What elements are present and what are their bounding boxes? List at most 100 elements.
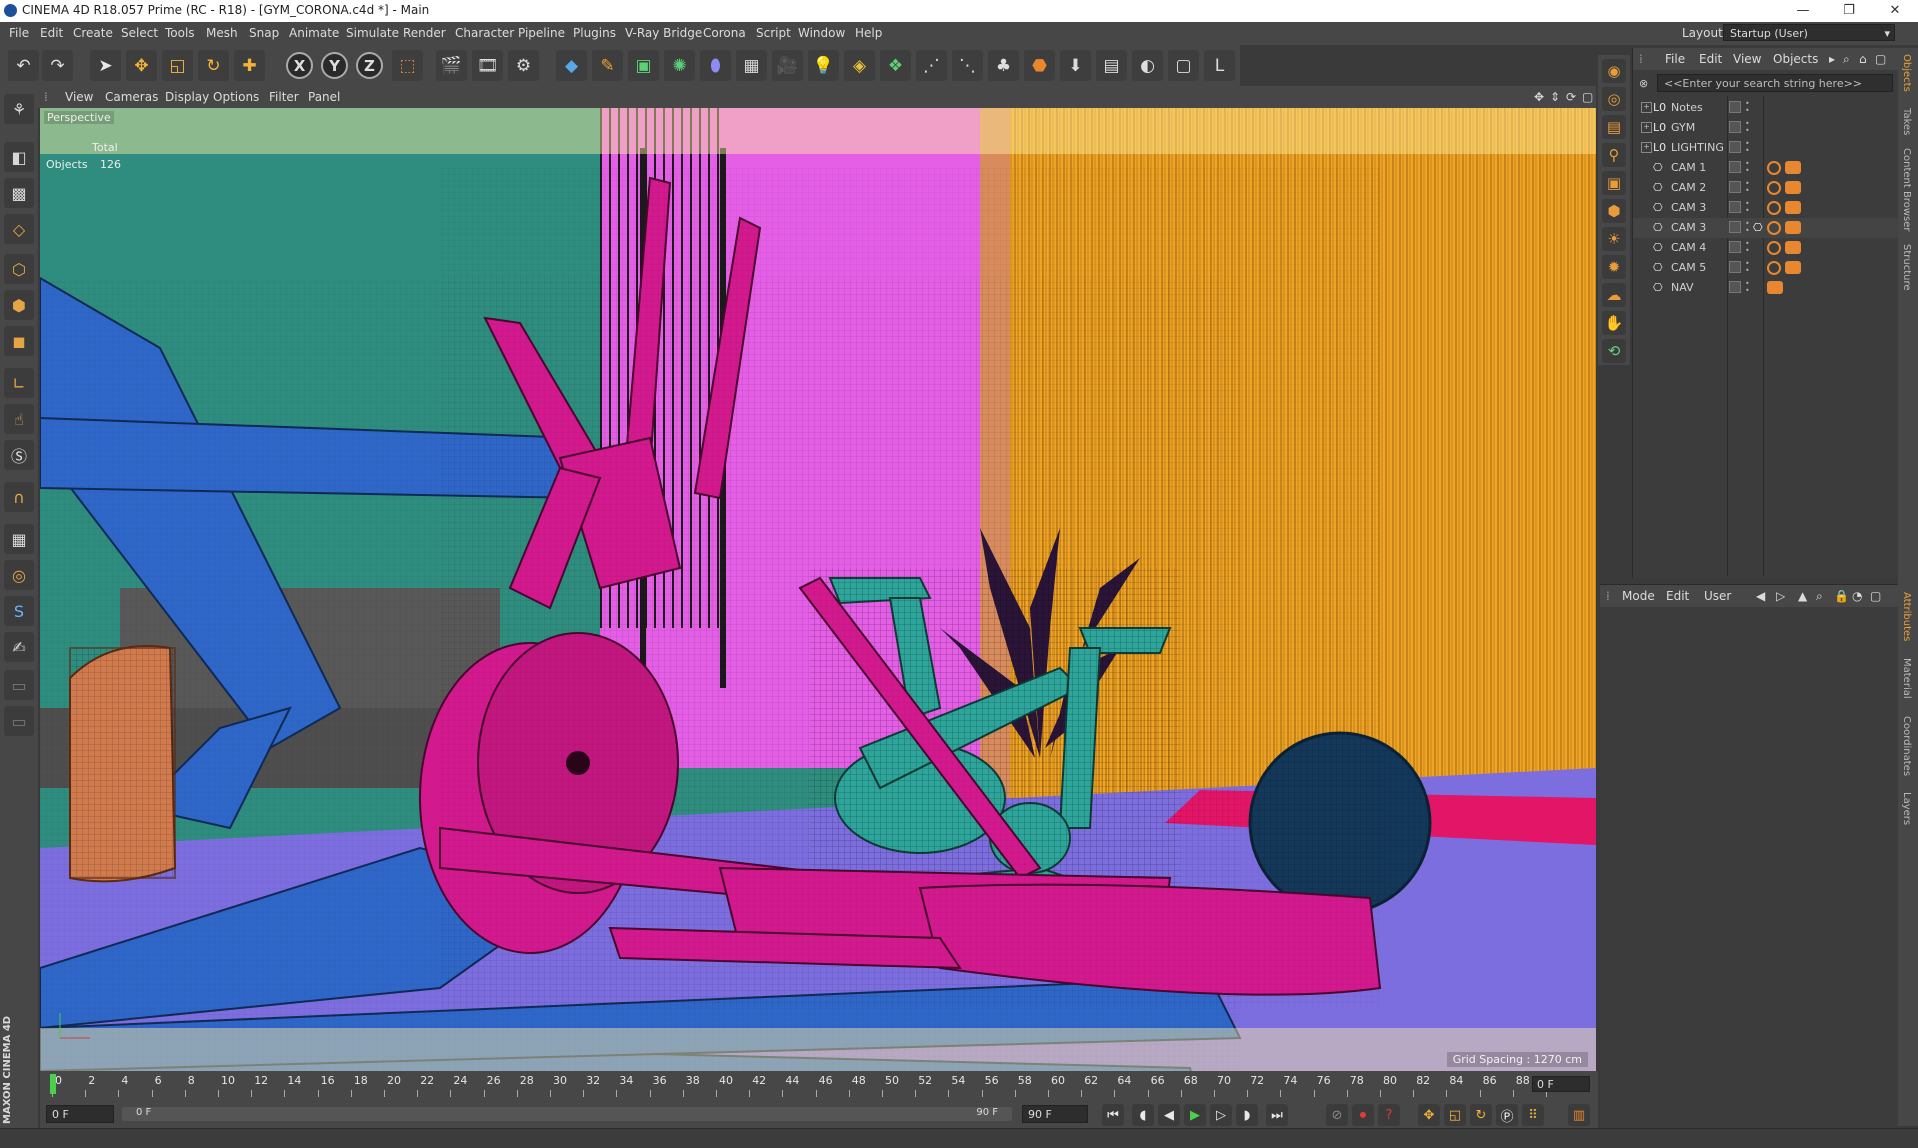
- menu-script[interactable]: Script: [756, 26, 791, 40]
- polygons-mode-icon[interactable]: ◼: [4, 326, 34, 356]
- color-wheel-icon[interactable]: ◐: [1132, 50, 1163, 81]
- light-icon[interactable]: 💡: [808, 50, 839, 81]
- current-frame-field[interactable]: 0 F: [1532, 1076, 1590, 1092]
- coordinate-system-icon[interactable]: ⬚: [392, 50, 423, 81]
- up-arrow-icon[interactable]: ▲: [1798, 589, 1807, 603]
- protection-tag-icon[interactable]: [1785, 181, 1801, 194]
- axis-y-button[interactable]: Y: [321, 52, 348, 79]
- corona-material-library-icon[interactable]: ▤: [1602, 115, 1626, 139]
- next-frame-icon[interactable]: ▷: [1210, 1104, 1232, 1126]
- new-attribute-view-icon[interactable]: ▢: [1870, 589, 1881, 603]
- corona-sky-icon[interactable]: ✹: [1602, 255, 1626, 279]
- model-mode-icon[interactable]: ◧: [4, 142, 34, 172]
- object-row-cam4[interactable]: ⎔ CAM 4 • •: [1633, 238, 1899, 258]
- corona-camera-tag-icon[interactable]: [1767, 161, 1781, 175]
- rotate-icon[interactable]: ↻: [198, 50, 229, 81]
- key-pla-icon[interactable]: ⠿: [1522, 1104, 1544, 1126]
- forward-arrow-icon[interactable]: ▷: [1776, 589, 1785, 603]
- corona-camera-tag-icon[interactable]: [1767, 181, 1781, 195]
- visibility-dots-icon[interactable]: • •: [1745, 120, 1751, 135]
- expand-icon[interactable]: +: [1641, 122, 1652, 133]
- tab-structure[interactable]: Structure: [1901, 244, 1912, 291]
- menu-simulate[interactable]: Simulate: [346, 26, 399, 40]
- locked-workplane-icon[interactable]: ◎: [4, 560, 34, 590]
- search-icon[interactable]: ⌕: [1816, 589, 1823, 604]
- menu-animate[interactable]: Animate: [289, 26, 339, 40]
- tab-content-browser[interactable]: Content Browser: [1901, 148, 1912, 231]
- chevron-right-icon[interactable]: ▸: [1829, 52, 1835, 66]
- layer-swatch-icon[interactable]: [1729, 101, 1741, 113]
- corona-camera-tag-icon[interactable]: [1767, 241, 1781, 255]
- key-rotation-icon[interactable]: ↻: [1470, 1104, 1492, 1126]
- corona-material-icon[interactable]: ⬣: [1024, 50, 1055, 81]
- am-menu-edit[interactable]: Edit: [1666, 589, 1689, 603]
- object-search-input[interactable]: <<Enter your search string here>>: [1657, 74, 1893, 92]
- object-row-cam5[interactable]: ⎔ CAM 5 • •: [1633, 258, 1899, 278]
- layer-swatch-icon[interactable]: [1729, 121, 1741, 133]
- clear-search-icon[interactable]: ⊗: [1639, 77, 1648, 90]
- menu-plugins[interactable]: Plugins: [573, 26, 616, 40]
- project-icon[interactable]: L: [1204, 50, 1235, 81]
- visibility-dots-icon[interactable]: • •: [1745, 200, 1751, 215]
- object-row-cam1[interactable]: ⎔ CAM 1 • •: [1633, 158, 1899, 178]
- object-row-nav[interactable]: ⎔ NAV • •: [1633, 278, 1899, 298]
- drag-handle-icon[interactable]: ⁞: [1639, 52, 1643, 66]
- menu-select[interactable]: Select: [121, 26, 158, 40]
- go-to-start-icon[interactable]: ⏮: [1102, 1104, 1124, 1126]
- play-icon[interactable]: ▶: [1184, 1104, 1206, 1126]
- layer-swatch-icon[interactable]: [1729, 221, 1741, 233]
- paint-icon[interactable]: ✍: [4, 632, 34, 662]
- viewport-menu-view[interactable]: View: [65, 90, 93, 104]
- render-queue-icon[interactable]: ▤: [1096, 50, 1127, 81]
- tab-material[interactable]: Material: [1901, 658, 1912, 699]
- layer-swatch-icon[interactable]: [1729, 141, 1741, 153]
- am-menu-user[interactable]: User: [1704, 589, 1731, 603]
- move-icon[interactable]: ✥: [126, 50, 157, 81]
- maximize-button[interactable]: ❐: [1826, 0, 1872, 22]
- menu-render[interactable]: Render: [403, 26, 446, 40]
- start-frame-field[interactable]: 0 F: [46, 1105, 114, 1123]
- menu-tools[interactable]: Tools: [165, 26, 195, 40]
- corona-converter-icon[interactable]: ⟲: [1602, 339, 1626, 363]
- layer-swatch-icon[interactable]: [1729, 241, 1741, 253]
- 3d-viewport[interactable]: Perspective Total Objects 126 Grid Spaci…: [40, 108, 1596, 1071]
- recent-tool-icon[interactable]: ✚: [234, 50, 265, 81]
- object-row-lighting[interactable]: + L0 LIGHTING • •: [1633, 138, 1899, 158]
- object-row-notes[interactable]: + L0 Notes • •: [1633, 98, 1899, 118]
- tab-coordinates[interactable]: Coordinates: [1901, 716, 1912, 776]
- corona-camera-tag-icon[interactable]: [1767, 201, 1781, 215]
- record-keys-icon[interactable]: ⏺: [1352, 1104, 1374, 1126]
- viewport-rotate-icon[interactable]: ⟳: [1566, 90, 1576, 104]
- make-editable-icon[interactable]: ⚘: [4, 94, 34, 124]
- picture-viewer-icon[interactable]: ▢: [1168, 50, 1199, 81]
- corona-sun-icon[interactable]: ☀: [1602, 227, 1626, 251]
- visibility-dots-icon[interactable]: • •: [1745, 260, 1751, 275]
- corona-vfb-icon[interactable]: ▣: [1602, 171, 1626, 195]
- corona-ipr-icon[interactable]: ◎: [1602, 87, 1626, 111]
- menu-create[interactable]: Create: [73, 26, 113, 40]
- texture-mode-icon[interactable]: ▩: [4, 178, 34, 208]
- go-to-end-icon[interactable]: ⏭: [1266, 1104, 1288, 1126]
- workplane-icon[interactable]: ◇: [4, 214, 34, 244]
- render-settings-icon[interactable]: ⚙: [508, 50, 539, 81]
- corona-camera-tag-icon[interactable]: [1767, 261, 1781, 275]
- select-cursor-icon[interactable]: ➤: [90, 50, 121, 81]
- drag-handle-icon[interactable]: ⁞: [44, 90, 48, 104]
- end-frame-field[interactable]: 90 F: [1022, 1105, 1088, 1123]
- sculpt-icon[interactable]: ⋱: [952, 50, 983, 81]
- visibility-dots-icon[interactable]: • •: [1745, 220, 1751, 235]
- undo-icon[interactable]: ↶: [8, 50, 39, 81]
- corona-camera-icon[interactable]: ⬢: [1602, 199, 1626, 223]
- record-disabled-icon[interactable]: ⊘: [1326, 1104, 1348, 1126]
- protection-tag-icon[interactable]: [1785, 221, 1801, 234]
- visibility-dots-icon[interactable]: • •: [1745, 240, 1751, 255]
- protection-tag-icon[interactable]: [1785, 241, 1801, 254]
- protection-tag-icon[interactable]: [1767, 281, 1783, 294]
- object-row-cam3[interactable]: ⎔ CAM 3 • •: [1633, 198, 1899, 218]
- protection-tag-icon[interactable]: [1785, 201, 1801, 214]
- am-menu-mode[interactable]: Mode: [1622, 589, 1655, 603]
- viewport-move-icon[interactable]: ✥: [1534, 90, 1544, 104]
- menu-character[interactable]: Character: [455, 26, 514, 40]
- home-icon[interactable]: ⌂: [1859, 52, 1867, 66]
- axis-mode-icon[interactable]: ∟: [4, 368, 34, 398]
